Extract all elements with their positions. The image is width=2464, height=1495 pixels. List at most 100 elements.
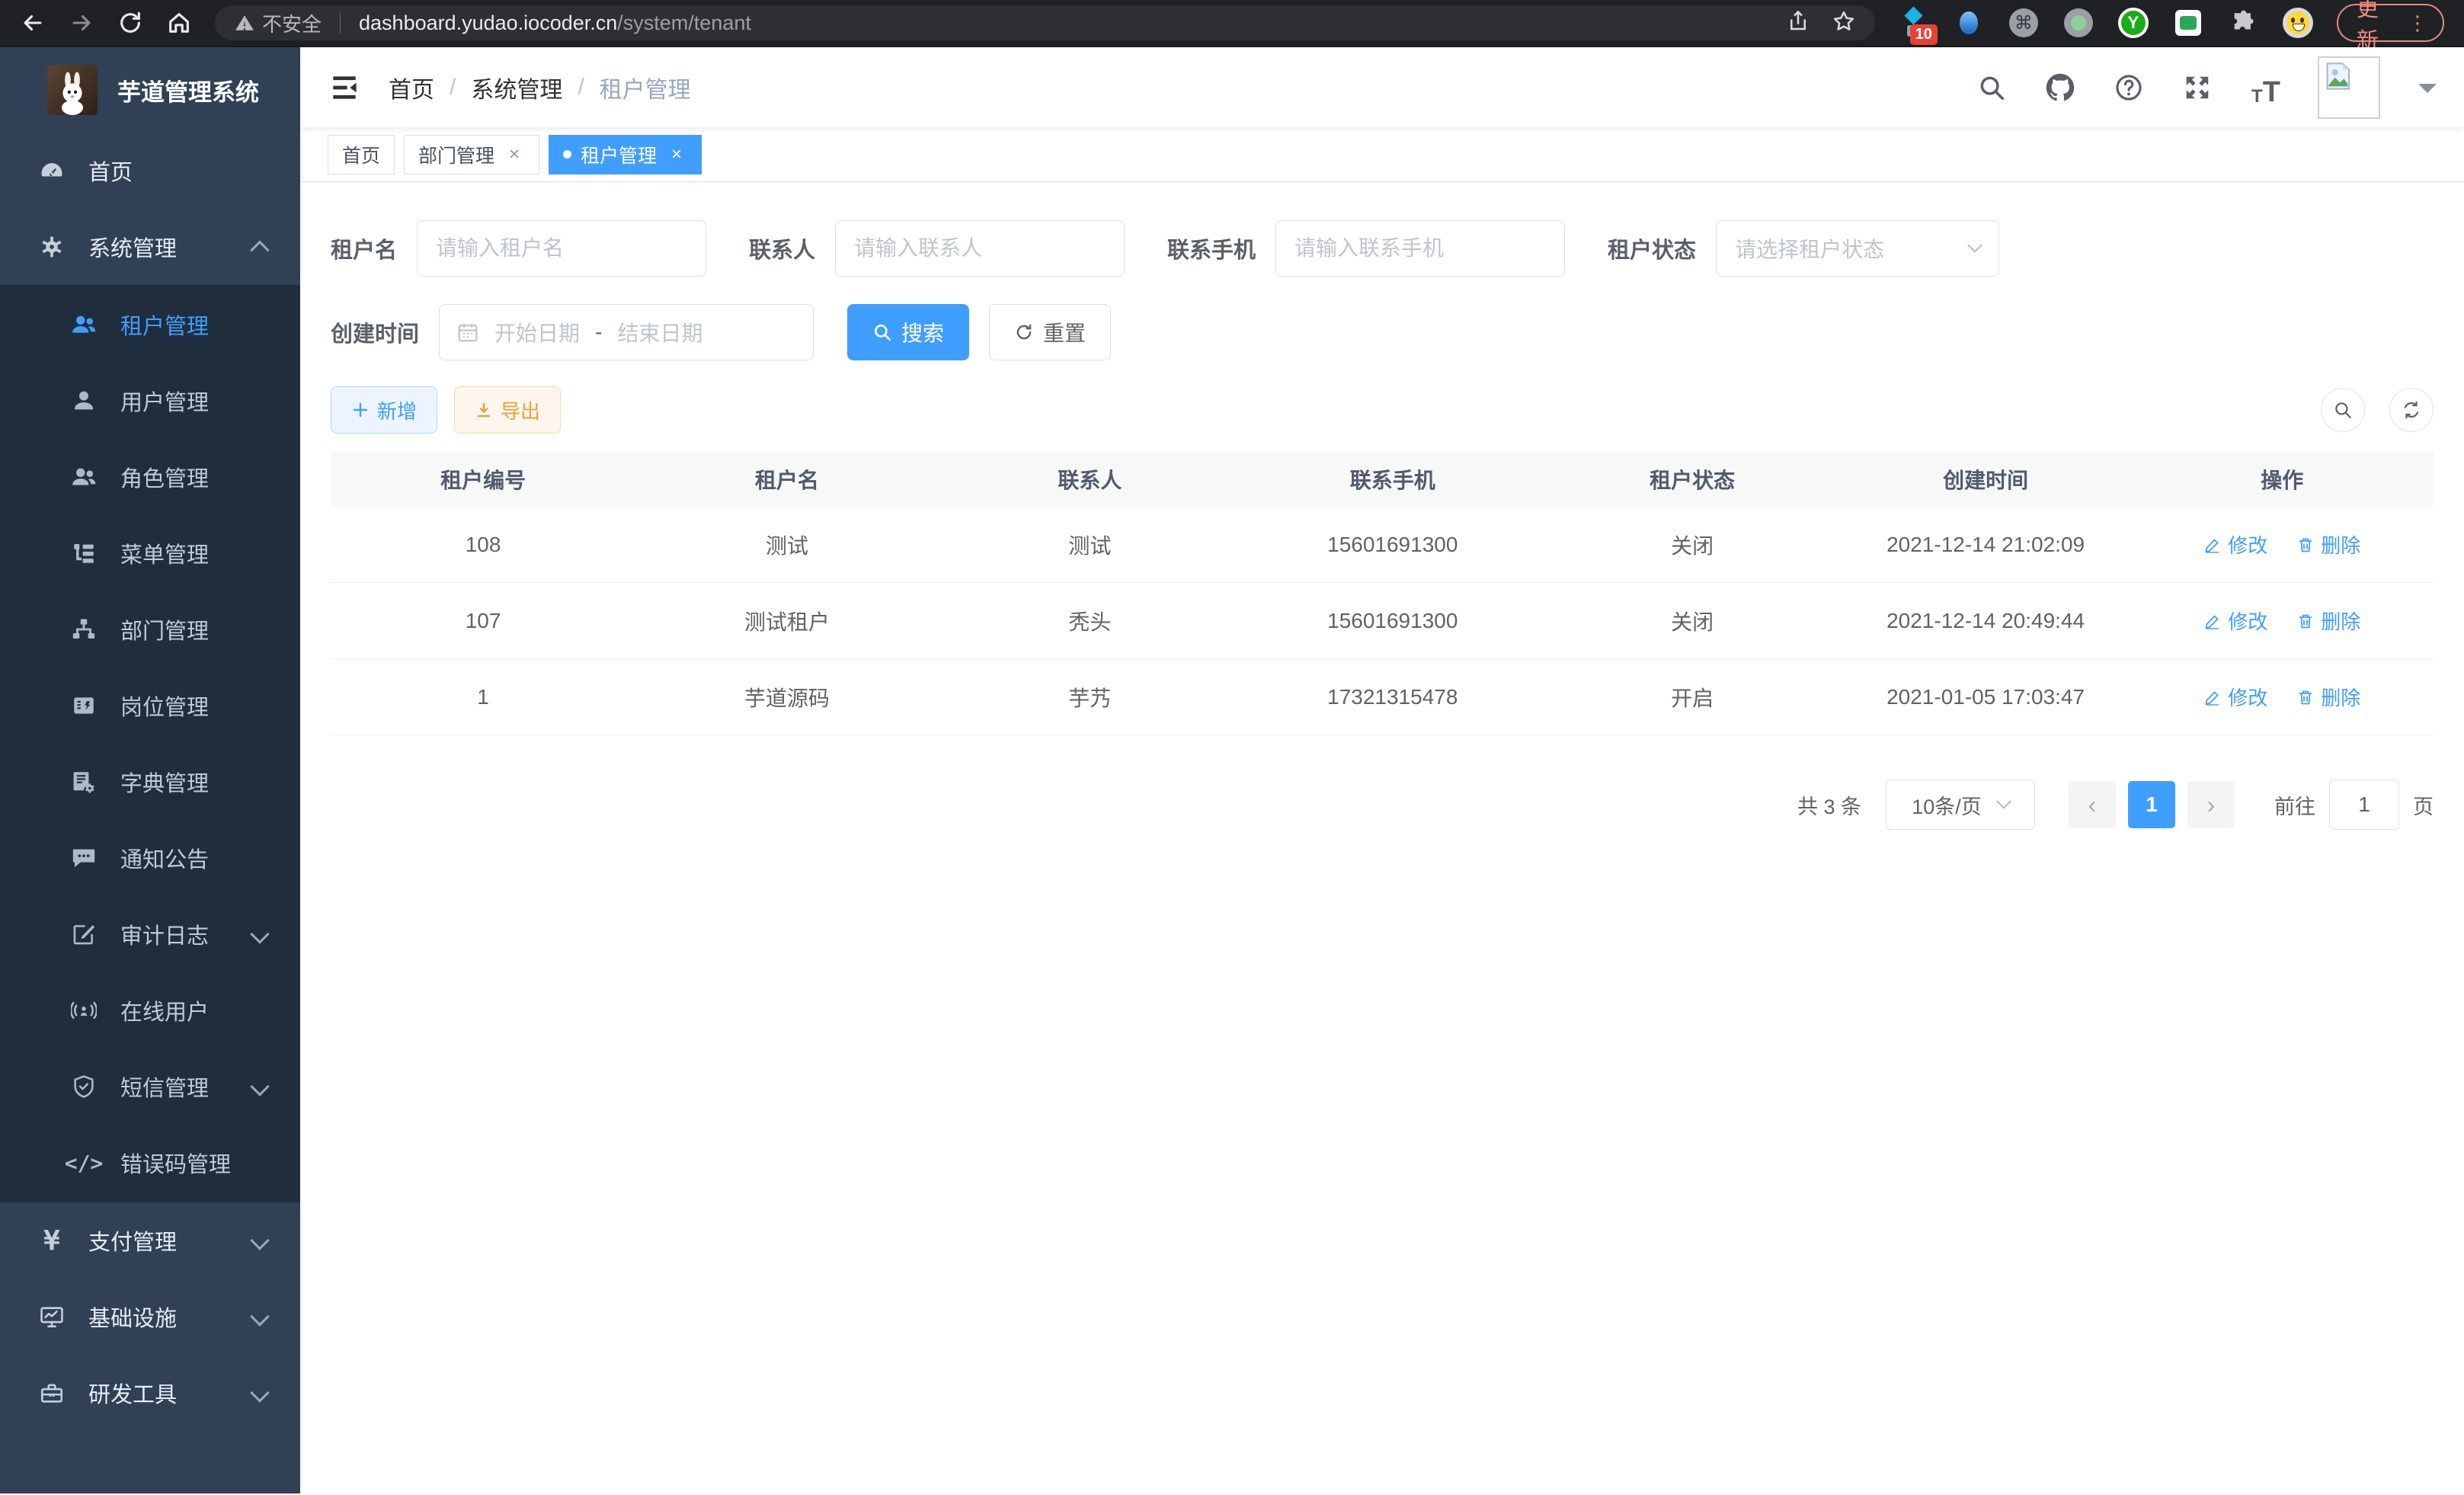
fullscreen-icon[interactable] (2181, 71, 2214, 104)
edit-link[interactable]: 修改 (2203, 607, 2267, 635)
toggle-search-button[interactable] (2321, 388, 2365, 432)
message-icon (67, 841, 101, 875)
date-start-placeholder[interactable]: 开始日期 (494, 317, 580, 347)
close-icon[interactable]: × (504, 144, 525, 165)
sidebar-item-notice[interactable]: 通知公告 (0, 820, 300, 896)
date-end-placeholder[interactable]: 结束日期 (617, 317, 702, 347)
goto-page-input[interactable] (2329, 780, 2399, 830)
status-select[interactable]: 请选择租户状态 (1716, 220, 1999, 277)
download-icon (475, 401, 493, 419)
edit-link[interactable]: 修改 (2203, 683, 2267, 711)
sidebar-item-dict[interactable]: 字典管理 (0, 744, 300, 820)
extension-balloon-icon[interactable] (1953, 7, 1985, 39)
browser-forward-icon[interactable] (69, 10, 94, 36)
sidebar-item-online-user[interactable]: 在线用户 (0, 972, 300, 1048)
export-button[interactable]: 导出 (454, 386, 561, 434)
sidebar-item-menu[interactable]: 菜单管理 (0, 515, 300, 591)
sidebar-item-label: 在线用户 (120, 994, 209, 1026)
delete-link[interactable]: 删除 (2296, 607, 2360, 635)
share-icon[interactable] (1787, 10, 1810, 37)
edit-square-icon (67, 917, 101, 951)
sidebar-item-label: 错误码管理 (120, 1147, 231, 1179)
sidebar-item-role[interactable]: 角色管理 (0, 439, 300, 515)
site-security[interactable]: 不安全 (235, 9, 322, 37)
github-icon[interactable] (2043, 71, 2077, 104)
sidebar-item-label: 部门管理 (120, 613, 209, 645)
browser-reload-icon[interactable] (117, 10, 143, 36)
chevron-down-icon (250, 1383, 269, 1402)
browser-back-icon[interactable] (20, 10, 46, 36)
delete-link[interactable]: 删除 (2296, 530, 2360, 559)
sidebar-item-post[interactable]: 岗位管理 (0, 667, 300, 744)
sidebar-item-pay[interactable]: ¥ 支付管理 (0, 1202, 300, 1279)
sidebar-logo[interactable]: 芋道管理系统 (0, 47, 300, 133)
bookmark-star-icon[interactable] (1832, 10, 1855, 37)
date-range-picker[interactable]: 开始日期 - 结束日期 (439, 304, 814, 360)
sidebar-item-audit-log[interactable]: 审计日志 (0, 896, 300, 972)
cell-contact: 芋艿 (939, 682, 1241, 712)
tenant-name-input[interactable] (417, 220, 706, 277)
goto-label: 前往 (2274, 790, 2315, 820)
browser-home-icon[interactable] (166, 10, 192, 36)
mobile-input[interactable] (1275, 220, 1565, 277)
edit-icon (2203, 536, 2222, 554)
refresh-table-button[interactable] (2389, 388, 2434, 432)
delete-link[interactable]: 删除 (2296, 683, 2360, 711)
extension-record-icon[interactable] (2062, 7, 2094, 39)
header-search-icon[interactable] (1975, 71, 2008, 104)
extension-chat-icon[interactable] (2172, 7, 2204, 39)
tab-tenant[interactable]: 租户管理 × (549, 135, 702, 174)
breadcrumb-system[interactable]: 系统管理 (471, 71, 562, 104)
plus-icon (351, 401, 370, 419)
extensions-puzzle-icon[interactable] (2227, 7, 2259, 39)
sidebar-item-label: 用户管理 (120, 385, 209, 417)
avatar-dropdown-caret[interactable] (2418, 84, 2437, 102)
prev-page-button[interactable]: ‹ (2069, 781, 2116, 828)
breadcrumb-home[interactable]: 首页 (389, 71, 434, 104)
code-icon: </> (67, 1146, 101, 1180)
sidebar-item-system[interactable]: 系统管理 (0, 209, 300, 285)
calendar-icon (456, 321, 479, 344)
sidebar-item-infra[interactable]: 基础设施 (0, 1279, 300, 1355)
sidebar-item-user[interactable]: 用户管理 (0, 363, 300, 439)
sidebar-item-devtools[interactable]: 研发工具 (0, 1355, 300, 1431)
edit-link[interactable]: 修改 (2203, 530, 2267, 559)
browser-menu-icon[interactable]: ⋮ (2408, 11, 2427, 35)
font-size-icon[interactable]: TT (2249, 71, 2283, 104)
help-icon[interactable] (2112, 71, 2146, 104)
sidebar-item-label: 支付管理 (88, 1224, 177, 1257)
extension-command-icon[interactable]: ⌘ (2008, 7, 2040, 39)
sidebar-item-error-code[interactable]: </> 错误码管理 (0, 1125, 300, 1201)
url-text[interactable]: dashboard.yudao.iocoder.cn/system/tenant (359, 11, 751, 35)
contact-input[interactable] (835, 220, 1125, 277)
add-button[interactable]: 新增 (331, 386, 437, 434)
extension-tabs-icon[interactable]: 10 (1898, 7, 1930, 39)
column-header: 联系人 (939, 464, 1241, 495)
tab-home[interactable]: 首页 (328, 135, 395, 174)
browser-update-button[interactable]: 更新 ⋮ (2337, 4, 2444, 42)
sidebar-item-tenant[interactable]: 租户管理 (0, 287, 300, 363)
current-page-button[interactable]: 1 (2128, 781, 2175, 828)
search-button[interactable]: 搜索 (847, 304, 969, 360)
pagination: 共 3 条 10条/页 ‹ 1 › 前往 页 (331, 780, 2434, 830)
address-bar[interactable]: 不安全 dashboard.yudao.iocoder.cn/system/te… (215, 5, 1875, 40)
user-avatar[interactable] (2318, 56, 2380, 119)
cell-tenant-id: 1 (331, 685, 635, 709)
sidebar-fold-icon[interactable] (328, 71, 361, 104)
extension-yudao-icon[interactable]: Y (2117, 7, 2149, 39)
omnibox-divider (340, 12, 341, 34)
refresh-icon (2402, 400, 2421, 420)
close-icon[interactable]: × (666, 144, 687, 165)
page-content: 租户名 联系人 联系手机 租户状态 请选择租户状态 (300, 182, 2464, 1493)
cell-mobile: 17321315478 (1241, 685, 1544, 709)
reset-button[interactable]: 重置 (989, 304, 1111, 360)
chevron-down-icon (250, 1231, 269, 1250)
page-size-select[interactable]: 10条/页 (1886, 780, 2035, 830)
next-page-button[interactable]: › (2187, 781, 2235, 828)
tab-dept[interactable]: 部门管理 × (404, 135, 539, 174)
edit-icon (2203, 688, 2222, 706)
profile-avatar-icon[interactable] (2282, 7, 2314, 39)
sidebar-item-dept[interactable]: 部门管理 (0, 591, 300, 667)
sidebar-item-sms[interactable]: 短信管理 (0, 1048, 300, 1125)
sidebar-item-home[interactable]: 首页 (0, 133, 300, 209)
